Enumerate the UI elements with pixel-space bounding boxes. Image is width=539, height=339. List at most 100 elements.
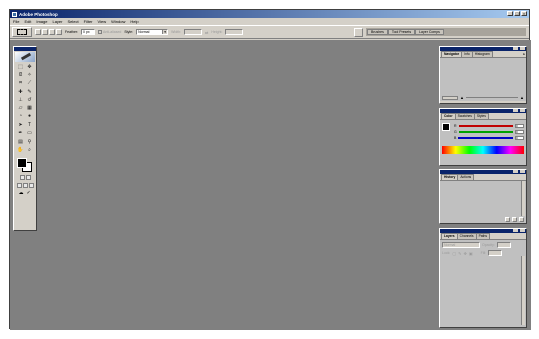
zoom-tool-icon[interactable]: ⌕ bbox=[26, 147, 34, 154]
anti-aliased-checkbox[interactable] bbox=[98, 30, 103, 34]
new-document-icon[interactable] bbox=[505, 217, 510, 222]
menu-filter[interactable]: Filter bbox=[84, 19, 93, 24]
subtract-selection-icon[interactable] bbox=[49, 29, 55, 35]
hand-tool-icon[interactable]: ✋ bbox=[17, 147, 25, 154]
color-panel-foreground-swatch[interactable] bbox=[442, 123, 450, 131]
lock-position-icon[interactable]: ✥ bbox=[464, 251, 467, 256]
magic-wand-tool-icon[interactable]: ✧ bbox=[26, 72, 34, 79]
color-ramp[interactable] bbox=[442, 146, 524, 154]
zoom-in-icon[interactable]: ▲ bbox=[520, 95, 524, 100]
move-tool-icon[interactable]: ✥ bbox=[26, 64, 34, 71]
file-browser-icon[interactable] bbox=[354, 27, 363, 37]
app-icon bbox=[12, 11, 17, 17]
layers-scrollbar[interactable] bbox=[521, 256, 525, 325]
red-slider[interactable]: R 0 bbox=[454, 123, 524, 128]
menu-layer[interactable]: Layer bbox=[52, 19, 62, 24]
style-select[interactable]: Normal ▼ bbox=[136, 29, 169, 35]
fill-input[interactable] bbox=[488, 250, 503, 256]
new-snapshot-icon[interactable] bbox=[512, 217, 517, 222]
check-icon[interactable]: ✓ bbox=[27, 191, 32, 196]
zoom-slider[interactable] bbox=[465, 97, 519, 98]
add-selection-icon[interactable] bbox=[42, 29, 48, 35]
marquee-tool-icon[interactable]: ⬚ bbox=[17, 64, 25, 71]
intersect-selection-icon[interactable] bbox=[56, 29, 62, 35]
standard-mode-icon[interactable] bbox=[19, 175, 25, 180]
shape-tool-icon[interactable]: ▭ bbox=[26, 130, 34, 137]
new-selection-icon[interactable] bbox=[35, 29, 41, 35]
red-track[interactable] bbox=[458, 124, 513, 127]
blue-track[interactable] bbox=[458, 136, 513, 139]
navigator-preview: ▲ ▲ bbox=[440, 57, 526, 101]
color-swatches[interactable] bbox=[17, 158, 33, 172]
minimize-icon[interactable] bbox=[513, 229, 518, 232]
eraser-tool-icon[interactable]: ▱ bbox=[17, 105, 25, 112]
crop-tool-icon[interactable]: ⌗ bbox=[17, 80, 25, 87]
menu-window[interactable]: Window bbox=[111, 19, 125, 24]
slice-tool-icon[interactable]: ⟋ bbox=[26, 80, 34, 87]
lock-image-icon[interactable]: ✎ bbox=[458, 251, 461, 256]
path-selection-tool-icon[interactable]: ➤ bbox=[17, 122, 25, 129]
lasso-tool-icon[interactable]: ᘓ bbox=[17, 72, 25, 79]
blur-tool-icon[interactable]: ◔ bbox=[17, 113, 25, 120]
zoom-percent-input[interactable] bbox=[442, 95, 458, 100]
menu-view[interactable]: View bbox=[98, 19, 107, 24]
tool-preset-picker[interactable] bbox=[12, 27, 32, 37]
close-icon[interactable] bbox=[520, 47, 525, 50]
menu-file[interactable]: File bbox=[13, 19, 19, 24]
opacity-input[interactable] bbox=[496, 242, 511, 248]
green-value[interactable]: 0 bbox=[515, 129, 524, 134]
height-input[interactable] bbox=[225, 29, 244, 35]
swap-dimensions-icon[interactable]: ⇄ bbox=[205, 30, 208, 35]
dodge-tool-icon[interactable]: ● bbox=[26, 113, 34, 120]
blue-slider[interactable]: B 0 bbox=[454, 135, 524, 140]
notes-tool-icon[interactable]: ▤ bbox=[17, 139, 25, 146]
full-screen-menu-icon[interactable] bbox=[22, 183, 28, 188]
full-screen-icon[interactable] bbox=[28, 183, 34, 188]
brush-tool-icon[interactable]: ✎ bbox=[26, 89, 34, 96]
well-tab-layer-comps[interactable]: Layer Comps bbox=[415, 29, 444, 35]
type-tool-icon[interactable]: T bbox=[26, 122, 34, 129]
title-bar[interactable]: Adobe Photoshop _ □ × bbox=[10, 10, 529, 18]
close-icon[interactable] bbox=[520, 229, 525, 232]
imageready-icon[interactable]: ☁ bbox=[19, 191, 24, 196]
standard-screen-icon[interactable] bbox=[16, 183, 22, 188]
blue-value[interactable]: 0 bbox=[515, 135, 524, 140]
minimize-icon[interactable] bbox=[513, 170, 518, 173]
history-scrollbar[interactable] bbox=[521, 181, 525, 216]
close-button[interactable]: × bbox=[521, 11, 527, 16]
chevron-down-icon: ▼ bbox=[162, 30, 168, 34]
close-icon[interactable] bbox=[520, 109, 525, 112]
eyedropper-tool-icon[interactable]: ⚲ bbox=[26, 139, 34, 146]
width-input[interactable] bbox=[184, 29, 203, 35]
zoom-out-icon[interactable]: ▲ bbox=[460, 95, 464, 100]
workspace[interactable]: ⬚ ✥ ᘓ ✧ ⌗ ⟋ ✚ ✎ ⊥ ↺ ▱ ▦ ◔ ● ➤ T ✒ ▭ ▤ ⚲ … bbox=[10, 40, 531, 330]
well-tab-tool-presets[interactable]: Tool Presets bbox=[387, 29, 416, 35]
minimize-button[interactable]: _ bbox=[507, 11, 513, 16]
pen-tool-icon[interactable]: ✒ bbox=[17, 130, 25, 137]
green-slider[interactable]: G 0 bbox=[454, 129, 524, 134]
maximize-button[interactable]: □ bbox=[514, 11, 520, 16]
minimize-icon[interactable] bbox=[513, 47, 518, 50]
red-value[interactable]: 0 bbox=[515, 123, 524, 128]
lock-transparency-icon[interactable]: ▢ bbox=[452, 251, 456, 256]
foreground-color-swatch[interactable] bbox=[17, 158, 27, 168]
quick-mask-mode-icon[interactable] bbox=[25, 175, 31, 180]
trash-icon[interactable] bbox=[519, 217, 524, 222]
menu-image[interactable]: Image bbox=[36, 19, 47, 24]
close-icon[interactable] bbox=[520, 170, 525, 173]
gradient-tool-icon[interactable]: ▦ bbox=[26, 105, 34, 112]
photoshop-logo[interactable] bbox=[15, 52, 35, 62]
minimize-icon[interactable] bbox=[513, 109, 518, 112]
toolbox-title-bar[interactable] bbox=[14, 47, 36, 51]
blend-mode-select[interactable]: Normal bbox=[442, 242, 480, 248]
menu-select[interactable]: Select bbox=[68, 19, 79, 24]
well-tab-brushes[interactable]: Brushes bbox=[367, 29, 388, 35]
healing-brush-tool-icon[interactable]: ✚ bbox=[17, 89, 25, 96]
menu-help[interactable]: Help bbox=[130, 19, 138, 24]
feather-input[interactable]: 0 px bbox=[81, 29, 96, 35]
menu-edit[interactable]: Edit bbox=[24, 19, 31, 24]
history-brush-tool-icon[interactable]: ↺ bbox=[26, 97, 34, 104]
green-track[interactable] bbox=[458, 130, 513, 133]
clone-stamp-tool-icon[interactable]: ⊥ bbox=[17, 97, 25, 104]
lock-all-icon[interactable]: ▣ bbox=[469, 251, 473, 256]
